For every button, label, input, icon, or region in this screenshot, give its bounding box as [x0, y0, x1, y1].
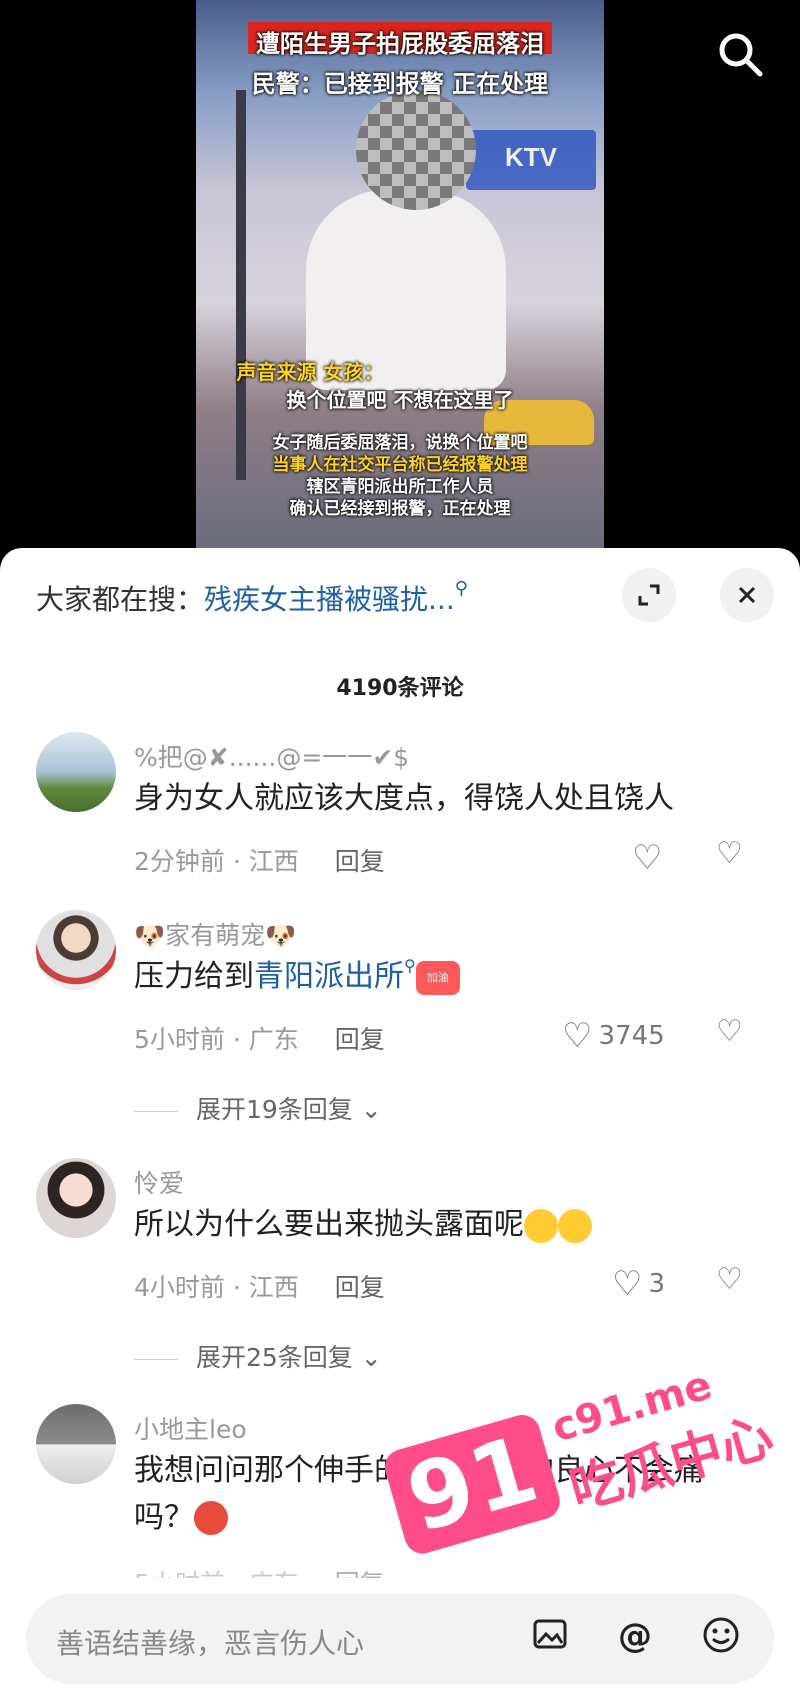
- comment-input-placeholder: 善语结善缘，恶言伤人心: [56, 1627, 365, 1660]
- caption-source-label: 声音来源 女孩：: [236, 360, 384, 384]
- angry-emoji: [194, 1501, 228, 1535]
- caption-top-1: 遭陌生男子拍屁股委屈落泪: [256, 30, 544, 58]
- comment-username[interactable]: %把@✘......@=一一✔$: [134, 738, 409, 774]
- divider: [134, 1358, 178, 1360]
- comment-username[interactable]: 怜爱: [134, 1164, 184, 1200]
- close-icon: [738, 586, 756, 604]
- video-player[interactable]: KTV 遭陌生男子拍屁股委屈落泪 民警：已接到报警 正在处理 声音来源 女孩： …: [0, 0, 800, 560]
- dislike-button[interactable]: ♡: [716, 836, 743, 871]
- expand-sheet-button[interactable]: [622, 568, 676, 622]
- caption-bottom-4: 确认已经接到报警，正在处理: [289, 499, 511, 519]
- like-button[interactable]: ♡ 3745: [562, 1016, 665, 1056]
- comment-meta: 4小时前 · 江西 回复: [134, 1268, 385, 1304]
- comment-time: 2分钟前 · 江西: [134, 847, 299, 876]
- emoji-icon[interactable]: [702, 1616, 740, 1663]
- reply-button[interactable]: 回复: [335, 1025, 385, 1054]
- expand-replies-label: 展开25条回复: [196, 1343, 353, 1372]
- like-count: 3: [648, 1269, 666, 1299]
- comment-time: 5小时前 · 广东: [134, 1025, 299, 1054]
- comment-link[interactable]: 青阳派出所: [254, 959, 404, 994]
- comment-time: 4小时前 · 江西: [134, 1273, 299, 1302]
- search-button[interactable]: [714, 28, 768, 82]
- chevron-down-icon: ⌄: [352, 1343, 382, 1372]
- blush-emoji: [524, 1208, 558, 1243]
- comment-meta: 2分钟前 · 江西 回复: [134, 842, 385, 878]
- comment-input[interactable]: 善语结善缘，恶言伤人心 @: [26, 1594, 774, 1684]
- comment-text-body: 所以为什么要出来抛头露面呢: [134, 1207, 524, 1242]
- blush-emoji: [558, 1208, 592, 1243]
- search-icon: [719, 33, 763, 77]
- avatar[interactable]: [36, 1404, 116, 1484]
- street-pole: [236, 90, 246, 480]
- comment-text: 压力给到青阳派出所⚲加油: [134, 954, 754, 1001]
- trending-search[interactable]: 大家都在搜：残疾女主播被骚扰...⚲: [36, 578, 468, 618]
- dislike-button[interactable]: ♡: [716, 1262, 743, 1297]
- search-mini-icon: ⚲: [454, 578, 468, 599]
- close-button[interactable]: [720, 568, 774, 622]
- storefront-sign: KTV: [466, 130, 596, 190]
- comment-sheet: 大家都在搜：残疾女主播被骚扰...⚲ 4190条评论 %把@✘......@=一…: [0, 548, 800, 1698]
- expand-replies-label: 展开19条回复: [196, 1095, 353, 1124]
- comment-text: 我想问问那个伸手的哥们，你的良心不会痛吗？: [134, 1448, 754, 1541]
- comment-input-bar: 善语结善缘，恶言伤人心 @: [0, 1578, 800, 1698]
- image-icon[interactable]: [532, 1616, 568, 1661]
- dislike-button[interactable]: ♡: [716, 1014, 743, 1049]
- comment-meta: 5小时前 · 广东 回复: [134, 1020, 385, 1056]
- heart-icon: ♡: [562, 1016, 593, 1056]
- avatar[interactable]: [36, 1158, 116, 1238]
- broken-heart-icon: ♡: [716, 836, 743, 871]
- like-button[interactable]: ♡: [632, 838, 662, 878]
- caption-source-text: 换个位置吧 不想在这里了: [286, 388, 514, 412]
- broken-heart-icon: ♡: [716, 1014, 743, 1049]
- comment-username[interactable]: 小地主leo: [134, 1410, 247, 1446]
- image-icon-svg: [533, 1619, 567, 1649]
- comment-username[interactable]: 🐶家有萌宠🐶: [134, 916, 296, 952]
- broken-heart-icon: ♡: [716, 1262, 743, 1297]
- avatar[interactable]: [36, 732, 116, 812]
- expand-replies[interactable]: 展开25条回复 ⌄: [134, 1338, 382, 1374]
- like-button[interactable]: ♡ 3: [612, 1264, 665, 1304]
- blurred-face: [356, 90, 476, 210]
- chevron-down-icon: ⌄: [352, 1095, 382, 1124]
- smiley-icon: [703, 1617, 739, 1653]
- comment-text-prefix: 压力给到: [134, 959, 254, 994]
- avatar[interactable]: [36, 910, 116, 990]
- trending-label: 大家都在搜：: [36, 583, 205, 616]
- expand-replies[interactable]: 展开19条回复 ⌄: [134, 1090, 382, 1126]
- like-count: 3745: [598, 1021, 665, 1051]
- comment-text: 身为女人就应该大度点，得饶人处且饶人: [134, 781, 674, 816]
- video-frame: KTV 遭陌生男子拍屁股委屈落泪 民警：已接到报警 正在处理 声音来源 女孩： …: [196, 0, 604, 548]
- cheer-sticker: 加油: [415, 960, 460, 995]
- divider: [134, 1110, 178, 1112]
- comment-count: 4190条评论: [336, 676, 464, 701]
- comment-text: 所以为什么要出来抛头露面呢: [134, 1202, 754, 1249]
- heart-icon: ♡: [612, 1264, 643, 1304]
- heart-icon: ♡: [632, 838, 663, 878]
- search-mini-icon: ⚲: [404, 956, 416, 975]
- reply-button[interactable]: 回复: [335, 1273, 385, 1302]
- expand-icon: [638, 584, 660, 606]
- caption-top-2: 民警：已接到报警 正在处理: [251, 70, 549, 98]
- trending-keyword[interactable]: 残疾女主播被骚扰...: [204, 583, 455, 616]
- mention-icon[interactable]: @: [618, 1616, 652, 1656]
- reply-button[interactable]: 回复: [335, 847, 385, 876]
